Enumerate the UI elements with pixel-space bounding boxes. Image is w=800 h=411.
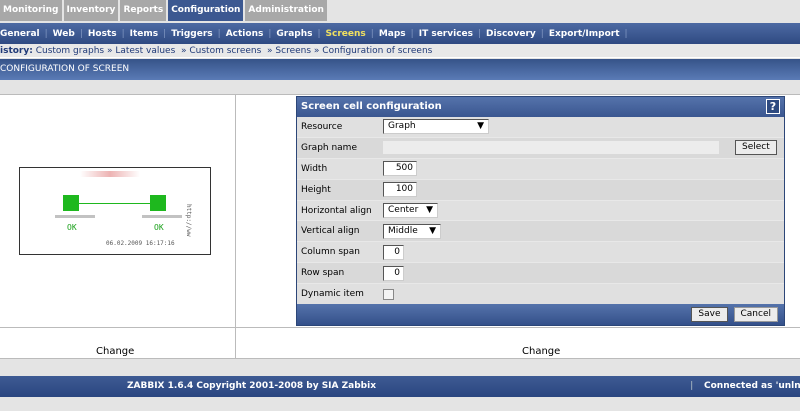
server-icon xyxy=(150,195,166,211)
nav-screens[interactable]: Screens xyxy=(326,29,366,39)
history-link[interactable]: Latest values xyxy=(115,46,175,56)
dialog-footer: Save Cancel xyxy=(297,304,784,325)
map-url: http://ww xyxy=(185,204,192,237)
cancel-button[interactable]: Cancel xyxy=(733,307,778,322)
valign-value: Middle xyxy=(388,225,418,236)
nav-web[interactable]: Web xyxy=(53,29,75,39)
history-link[interactable]: Custom graphs xyxy=(36,46,104,56)
graph-name-label: Graph name xyxy=(301,142,357,153)
colspan-label: Column span xyxy=(301,247,360,258)
top-tabs: Monitoring Inventory Reports Configurati… xyxy=(0,0,329,21)
save-button[interactable]: Save xyxy=(691,307,728,322)
valign-select[interactable]: Middle ▼ xyxy=(383,223,441,239)
divider xyxy=(0,327,800,328)
dynamic-item-checkbox[interactable] xyxy=(383,288,394,300)
history-link[interactable]: Configuration of screens xyxy=(322,46,432,56)
map-preview[interactable]: OK OK 06.02.2009 16:17:16 http://ww xyxy=(19,167,211,255)
nav-triggers[interactable]: Triggers xyxy=(171,29,212,39)
status-ok: OK xyxy=(154,223,164,232)
history-link[interactable]: Screens xyxy=(275,46,311,56)
sub-nav: General | Web | Hosts | Items | Triggers | Ac… xyxy=(0,23,800,44)
tab-administration[interactable]: Administration xyxy=(245,0,327,21)
change-link[interactable]: Change xyxy=(522,346,560,357)
nav-hosts[interactable]: Hosts xyxy=(88,29,117,39)
chevron-down-icon: ▼ xyxy=(429,225,436,236)
copyright: ZABBIX 1.6.4 Copyright 2001-2008 by SIA … xyxy=(127,381,377,391)
divider xyxy=(235,94,236,359)
connected-as: Connected as 'unlnk xyxy=(704,381,800,391)
tab-reports[interactable]: Reports xyxy=(120,0,167,21)
dynamic-label: Dynamic item xyxy=(301,289,364,300)
history-breadcrumb: istory: Custom graphs » Latest values » … xyxy=(0,44,800,58)
select-button[interactable]: Select xyxy=(735,140,777,156)
help-icon[interactable]: ? xyxy=(766,99,780,114)
host-label-blur xyxy=(142,215,182,218)
map-timestamp: 06.02.2009 16:17:16 xyxy=(106,240,175,247)
nav-discovery[interactable]: Discovery xyxy=(486,29,536,39)
host-label-blur xyxy=(55,215,95,218)
tab-configuration[interactable]: Configuration xyxy=(168,0,244,21)
chevron-down-icon: ▼ xyxy=(477,121,484,132)
rowspan-input[interactable]: 0 xyxy=(383,265,404,281)
history-link[interactable]: Custom screens xyxy=(189,46,261,56)
nav-it-services[interactable]: IT services xyxy=(419,29,473,39)
dialog-title-text: Screen cell configuration xyxy=(301,101,442,112)
nav-actions[interactable]: Actions xyxy=(226,29,264,39)
divider: | xyxy=(690,381,694,391)
width-label: Width xyxy=(301,163,328,174)
page-title: CONFIGURATION OF SCREEN xyxy=(0,59,800,80)
height-input[interactable]: 100 xyxy=(383,182,417,198)
chevron-down-icon: ▼ xyxy=(426,205,433,215)
footer: ZABBIX 1.6.4 Copyright 2001-2008 by SIA … xyxy=(0,376,800,397)
resource-label: Resource xyxy=(301,121,343,132)
dialog-title: Screen cell configuration? xyxy=(297,97,784,117)
history-label: istory: xyxy=(0,46,33,56)
resource-select[interactable]: Graph ▼ xyxy=(383,119,489,135)
map-title-blur xyxy=(80,171,140,177)
nav-items[interactable]: Items xyxy=(130,29,159,39)
nav-export-import[interactable]: Export/Import xyxy=(549,29,620,39)
tab-inventory[interactable]: Inventory xyxy=(63,0,119,21)
halign-select[interactable]: Center ▼ xyxy=(383,203,438,218)
colspan-input[interactable]: 0 xyxy=(383,244,404,260)
height-label: Height xyxy=(301,184,331,195)
resource-value: Graph xyxy=(388,121,416,132)
screen-cell-dialog: Screen cell configuration? Resource Grap… xyxy=(296,96,785,326)
status-ok: OK xyxy=(67,223,77,232)
nav-graphs[interactable]: Graphs xyxy=(276,29,312,39)
change-link[interactable]: Change xyxy=(96,346,134,357)
host-icon xyxy=(63,195,79,211)
graph-name-input[interactable] xyxy=(383,141,719,155)
map-link xyxy=(79,203,150,204)
nav-general[interactable]: General xyxy=(0,29,40,39)
width-input[interactable]: 500 xyxy=(383,161,417,177)
halign-value: Center xyxy=(388,205,419,215)
valign-label: Vertical align xyxy=(301,226,360,237)
nav-maps[interactable]: Maps xyxy=(379,29,406,39)
rowspan-label: Row span xyxy=(301,268,345,279)
tab-monitoring[interactable]: Monitoring xyxy=(0,0,62,21)
halign-label: Horizontal align xyxy=(301,205,372,216)
